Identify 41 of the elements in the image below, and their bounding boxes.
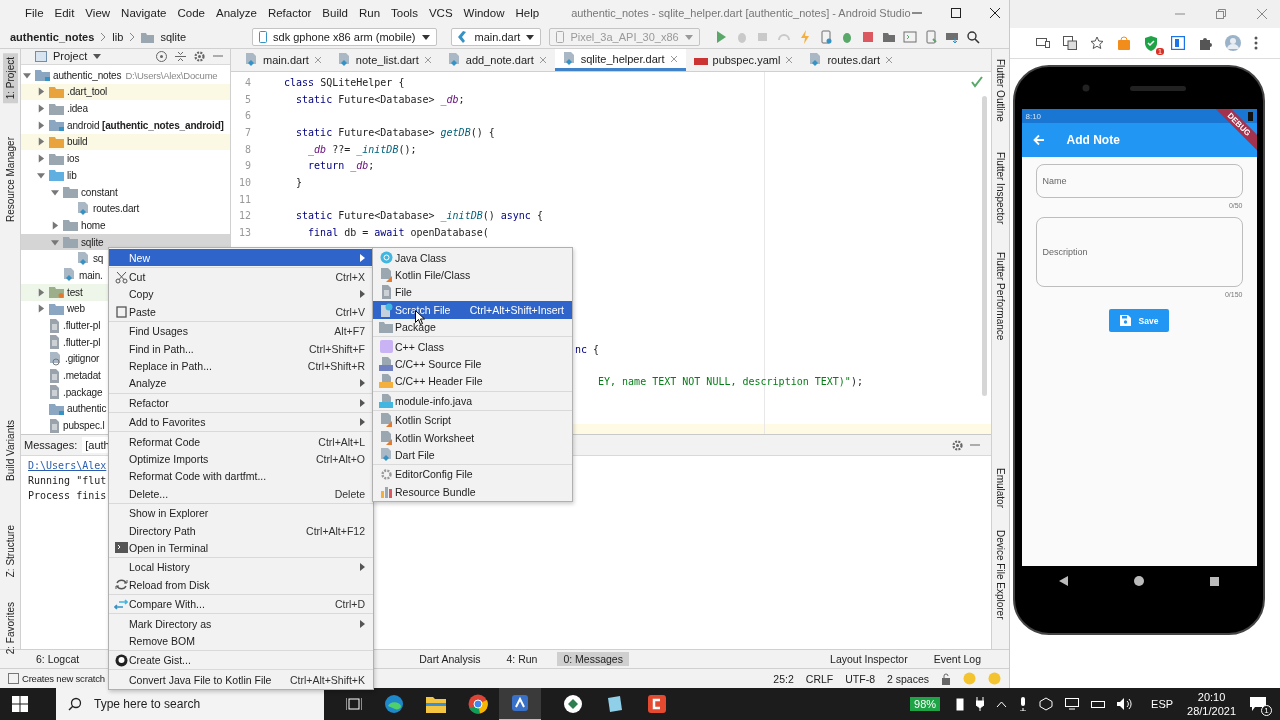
shortcut-text: Ctrl+Alt+L xyxy=(318,435,365,448)
code-line: } xyxy=(295,176,303,188)
shortcut-text: Ctrl+X xyxy=(335,271,365,284)
shortcut-text: Ctrl+Alt+F12 xyxy=(306,524,365,537)
console-line: Process finis xyxy=(28,490,107,501)
shortcut-text: Ctrl+Shift+R xyxy=(307,360,365,373)
line-number: 5 xyxy=(243,93,251,105)
window-title: authentic_notes - sqlite_helper.dart [authentic_notes] - Android Studio xyxy=(571,7,911,19)
shortcut-text: Ctrl+Alt+O xyxy=(316,453,365,465)
shortcut-text: Ctrl+D xyxy=(334,598,365,611)
line-number: 6 xyxy=(243,110,251,122)
code-line: nc { xyxy=(575,343,600,355)
shortcut-text: Delete xyxy=(334,487,365,500)
code-line: static Future<Database> _initDB() async { xyxy=(295,210,543,222)
panel-title: Messages: xyxy=(24,439,78,451)
code-line: EY, name TEXT NOT NULL, description TEXT)"); xyxy=(598,376,863,388)
line-number: 10 xyxy=(237,176,251,188)
code-line: class SQLiteHelper { xyxy=(284,76,405,88)
shortcut-text: Ctrl+V xyxy=(335,305,365,318)
line-number: 12 xyxy=(237,210,251,222)
code-line: static Future<Database> getDB() { xyxy=(295,126,495,138)
line-number: 13 xyxy=(237,227,251,239)
line-number: 7 xyxy=(243,126,251,138)
console-line: Running "flut xyxy=(28,475,107,486)
line-number: 8 xyxy=(243,143,251,155)
path-text: D:\Users\Alex\Docume xyxy=(125,69,218,81)
shortcut-text: Ctrl+Alt+Shift+Insert xyxy=(469,303,564,316)
line-number: 4 xyxy=(243,76,251,88)
code-line: static Future<Database> _db; xyxy=(295,93,465,105)
notification-count: 1 xyxy=(1261,705,1272,716)
code-line: _db ??= _initDB(); xyxy=(307,143,417,155)
code-line: final db = await openDatabase( xyxy=(307,227,489,239)
shortcut-text: Ctrl+Alt+Shift+K xyxy=(290,673,365,686)
code-line: return _db; xyxy=(307,160,375,172)
line-number: 9 xyxy=(243,160,251,172)
shortcut-text: Ctrl+Shift+F xyxy=(308,342,365,355)
shortcut-text: Alt+F7 xyxy=(334,325,365,338)
status-message: Creates new scratch xyxy=(22,673,105,684)
status-time: 8:10 xyxy=(1025,111,1042,121)
app-bar-title: Add Note xyxy=(1066,133,1120,147)
line-number: 11 xyxy=(237,193,251,205)
